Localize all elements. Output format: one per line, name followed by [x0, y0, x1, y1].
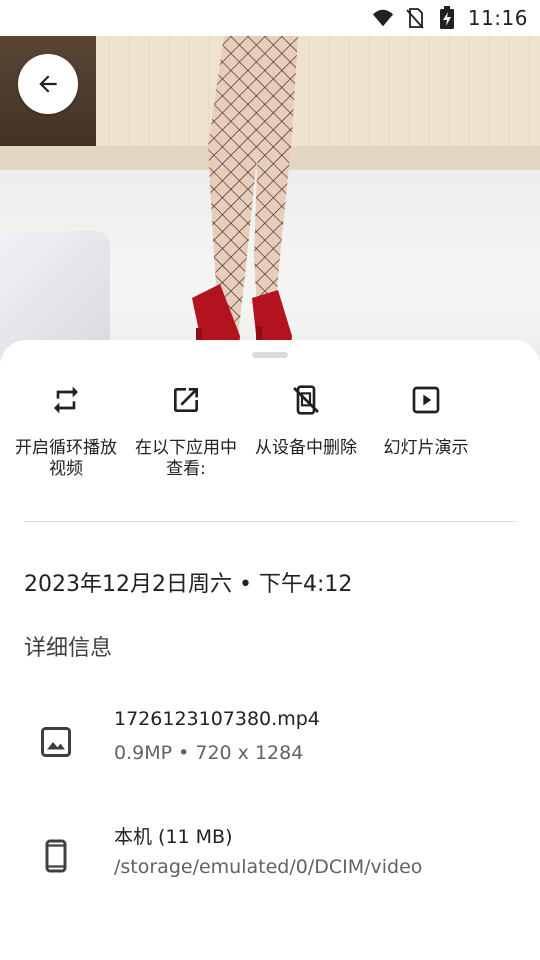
storage-location: 本机 (11 MB) [114, 826, 233, 848]
drag-handle[interactable] [252, 352, 288, 358]
video-preview[interactable] [0, 36, 540, 376]
open-external-icon [168, 382, 204, 418]
capture-date: 2023年12月2日周六 • 下午4:12 [24, 572, 353, 597]
loop-play-button[interactable]: 开启循环播放视频 [6, 380, 126, 480]
actions-row: 开启循环播放视频 在以下应用中查看: 从设备中删除 幻灯片演示 [0, 380, 540, 490]
no-sim-icon [404, 7, 426, 29]
delete-from-device-label: 从设备中删除 [255, 438, 357, 458]
slideshow-icon [408, 382, 444, 418]
delete-from-device-button[interactable]: 从设备中删除 [246, 380, 366, 459]
slideshow-label: 幻灯片演示 [383, 438, 469, 458]
loop-play-label: 开启循环播放视频 [15, 438, 117, 479]
details-heading: 详细信息 [24, 636, 113, 661]
storage-info-row: 本机 (11 MB) /storage/emulated/0/DCIM/vide… [0, 822, 540, 902]
file-info-row: 1726123107380.mp4 0.9MP • 720 x 1284 [0, 708, 540, 788]
slideshow-button[interactable]: 幻灯片演示 [366, 380, 486, 459]
arrow-back-icon [39, 75, 57, 93]
status-bar: 11:16 [0, 0, 540, 36]
details-sheet: 开启循环播放视频 在以下应用中查看: 从设备中删除 幻灯片演示 2023年12月… [0, 340, 540, 960]
delete-from-device-icon [288, 382, 324, 418]
divider [24, 521, 516, 522]
battery-charging-icon [436, 6, 458, 29]
back-button[interactable] [18, 54, 78, 114]
file-name: 1726123107380.mp4 [114, 708, 320, 730]
file-resolution: 0.9MP • 720 x 1284 [114, 742, 304, 764]
status-time: 11:16 [467, 6, 528, 30]
storage-path: /storage/emulated/0/DCIM/video [114, 856, 423, 878]
repeat-icon [48, 382, 84, 418]
photo-legs [192, 36, 298, 366]
photo-details-screen: 11:16 开启循环播放视频 在以下应用中查看: 从设备中删除 幻灯片演示 20… [0, 0, 540, 960]
open-with-label: 在以下应用中查看: [135, 438, 237, 479]
image-icon [36, 722, 76, 762]
wifi-icon [372, 7, 394, 29]
open-with-button[interactable]: 在以下应用中查看: [126, 380, 246, 480]
phone-icon [36, 836, 76, 876]
